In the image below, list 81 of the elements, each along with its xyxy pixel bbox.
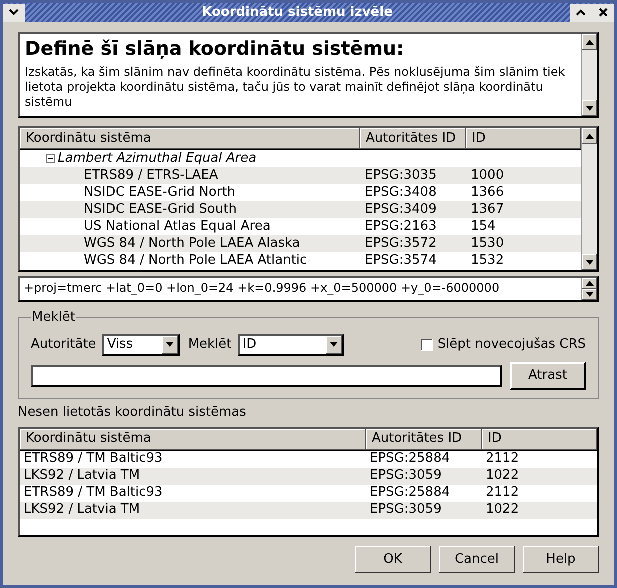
- scroll-down-button[interactable]: [582, 100, 597, 116]
- column-header[interactable]: Autoritātes ID: [360, 128, 466, 149]
- table-cell-text: 1367: [470, 200, 506, 219]
- tree-item[interactable]: NSIDC EASE-Grid North: [84, 182, 236, 202]
- tree-item[interactable]: US National Atlas Equal Area: [84, 216, 271, 236]
- close-button[interactable]: [592, 4, 614, 22]
- dialog-button[interactable]: Help: [523, 546, 599, 573]
- table-cell-text: EPSG:3035: [364, 166, 438, 185]
- tree-item[interactable]: NSIDC EASE-Grid South: [84, 200, 237, 220]
- down-arrow-icon: [586, 292, 594, 297]
- table-cell-text: 154: [470, 218, 497, 236]
- column-header[interactable]: ID: [466, 128, 581, 149]
- checkbox-label: Slēpt novecojušas CRS: [438, 336, 586, 354]
- checkbox[interactable]: [420, 338, 433, 350]
- table-cell-text: EPSG:25884: [369, 450, 452, 468]
- table-cell-text: 1366: [470, 184, 506, 202]
- down-arrow-icon: [586, 106, 594, 110]
- window-title: Koordinātu sistēmu izvēle: [202, 4, 393, 22]
- find-button[interactable]: Atrast: [510, 362, 586, 390]
- window-menu-button[interactable]: [3, 4, 25, 22]
- authority-label: Autoritāte: [31, 336, 96, 354]
- description-heading: Definē šī slāņa koordinātu sistēmu:: [25, 37, 406, 62]
- scroll-down-button[interactable]: [582, 254, 597, 270]
- dropdown-arrow-icon: [166, 342, 174, 347]
- scroll-up-button[interactable]: [582, 34, 597, 50]
- tree-item[interactable]: ETRS89 / ETRS-LAEA: [84, 166, 218, 186]
- dropdown[interactable]: Viss: [102, 334, 180, 356]
- down-arrow-icon: [586, 260, 594, 264]
- tree-item[interactable]: WGS 84 / North Pole LAEA Atlantic: [84, 250, 308, 270]
- table-cell-text: EPSG:3408: [364, 184, 438, 202]
- minus-icon: [48, 156, 53, 161]
- scrollbar[interactable]: [581, 128, 597, 270]
- close-icon: [598, 8, 608, 17]
- search-by-label: Meklēt: [188, 336, 232, 354]
- table-cell-text: EPSG:25884: [369, 484, 452, 502]
- table-cell-text: ETRS89 / TM Baltic93: [23, 484, 164, 502]
- column-header[interactable]: Autoritātes ID: [366, 428, 482, 450]
- table-cell-text: LKS92 / Latvia TM: [23, 467, 142, 486]
- section-label: Nesen lietotās koordinātu sistēmas: [18, 404, 248, 420]
- table-cell-text: EPSG:3572: [364, 234, 438, 253]
- table-cell-text: 2112: [485, 450, 520, 468]
- scrollbar[interactable]: [581, 34, 597, 116]
- proj-string-box: +proj=tmerc +lat_0=0 +lon_0=24 +k=0.9996 +x_0=500000 +y_0=-6000000: [18, 276, 599, 302]
- table-cell-text: EPSG:3574: [364, 252, 438, 270]
- table-cell-text: 1022: [485, 501, 520, 520]
- dropdown[interactable]: ID: [238, 334, 344, 356]
- table-row[interactable]: LKS92 / Latvia TM EPSG:3059 1022: [20, 468, 597, 484]
- scrollbar[interactable]: [581, 278, 597, 300]
- tree-group-label[interactable]: Lambert Azimuthal Equal Area: [58, 148, 257, 168]
- table-cell-text: 1022: [485, 467, 520, 486]
- chevron-down-icon: [9, 9, 19, 16]
- table-cell-text: ETRS89 / TM Baltic93: [23, 450, 164, 468]
- table-cell-text: EPSG:3059: [369, 501, 443, 520]
- dialog-button[interactable]: Cancel: [439, 546, 515, 573]
- up-arrow-icon: [586, 40, 594, 44]
- table-cell-text: EPSG:2163: [364, 218, 438, 236]
- maximize-button[interactable]: [570, 4, 592, 22]
- table-cell-text: EPSG:3059: [369, 467, 443, 486]
- chevron-up-icon: [576, 9, 586, 16]
- table-cell-text: EPSG:3409: [364, 200, 438, 219]
- up-arrow-icon: [586, 281, 594, 286]
- table-cell-text: 2112: [485, 484, 520, 502]
- column-header[interactable]: Koordinātu sistēma: [20, 128, 360, 149]
- scroll-up-button[interactable]: [582, 128, 597, 144]
- scroll-up-button[interactable]: [582, 278, 597, 289]
- column-header[interactable]: Koordinātu sistēma: [20, 428, 366, 450]
- up-arrow-icon: [586, 134, 594, 138]
- description-text: Izskatās, ka šim slānim nav definēta koordinātu sistēma. Pēs noklusējuma šim slānim tiek lietota projekta koordinātu sistēma, taču jūs to varat mainīt definējot slāņa koordinātu sistēmu: [25, 65, 566, 110]
- search-field[interactable]: [31, 364, 502, 386]
- table-row[interactable]: LKS92 / Latvia TM EPSG:3059 1022: [20, 502, 597, 518]
- group-title: Meklēt: [31, 309, 76, 327]
- column-header[interactable]: ID: [482, 428, 597, 450]
- table-cell-text: 1000: [470, 166, 506, 185]
- table-cell-text: 1530: [470, 234, 506, 253]
- dropdown-arrow-icon: [330, 342, 338, 347]
- tree-expander[interactable]: [46, 154, 55, 163]
- table-cell-text: LKS92 / Latvia TM: [23, 501, 142, 520]
- scroll-down-button[interactable]: [582, 289, 597, 300]
- tree-item[interactable]: WGS 84 / North Pole LAEA Alaska: [84, 234, 300, 254]
- dialog-button[interactable]: OK: [355, 546, 431, 573]
- table-cell-text: 1532: [470, 252, 506, 270]
